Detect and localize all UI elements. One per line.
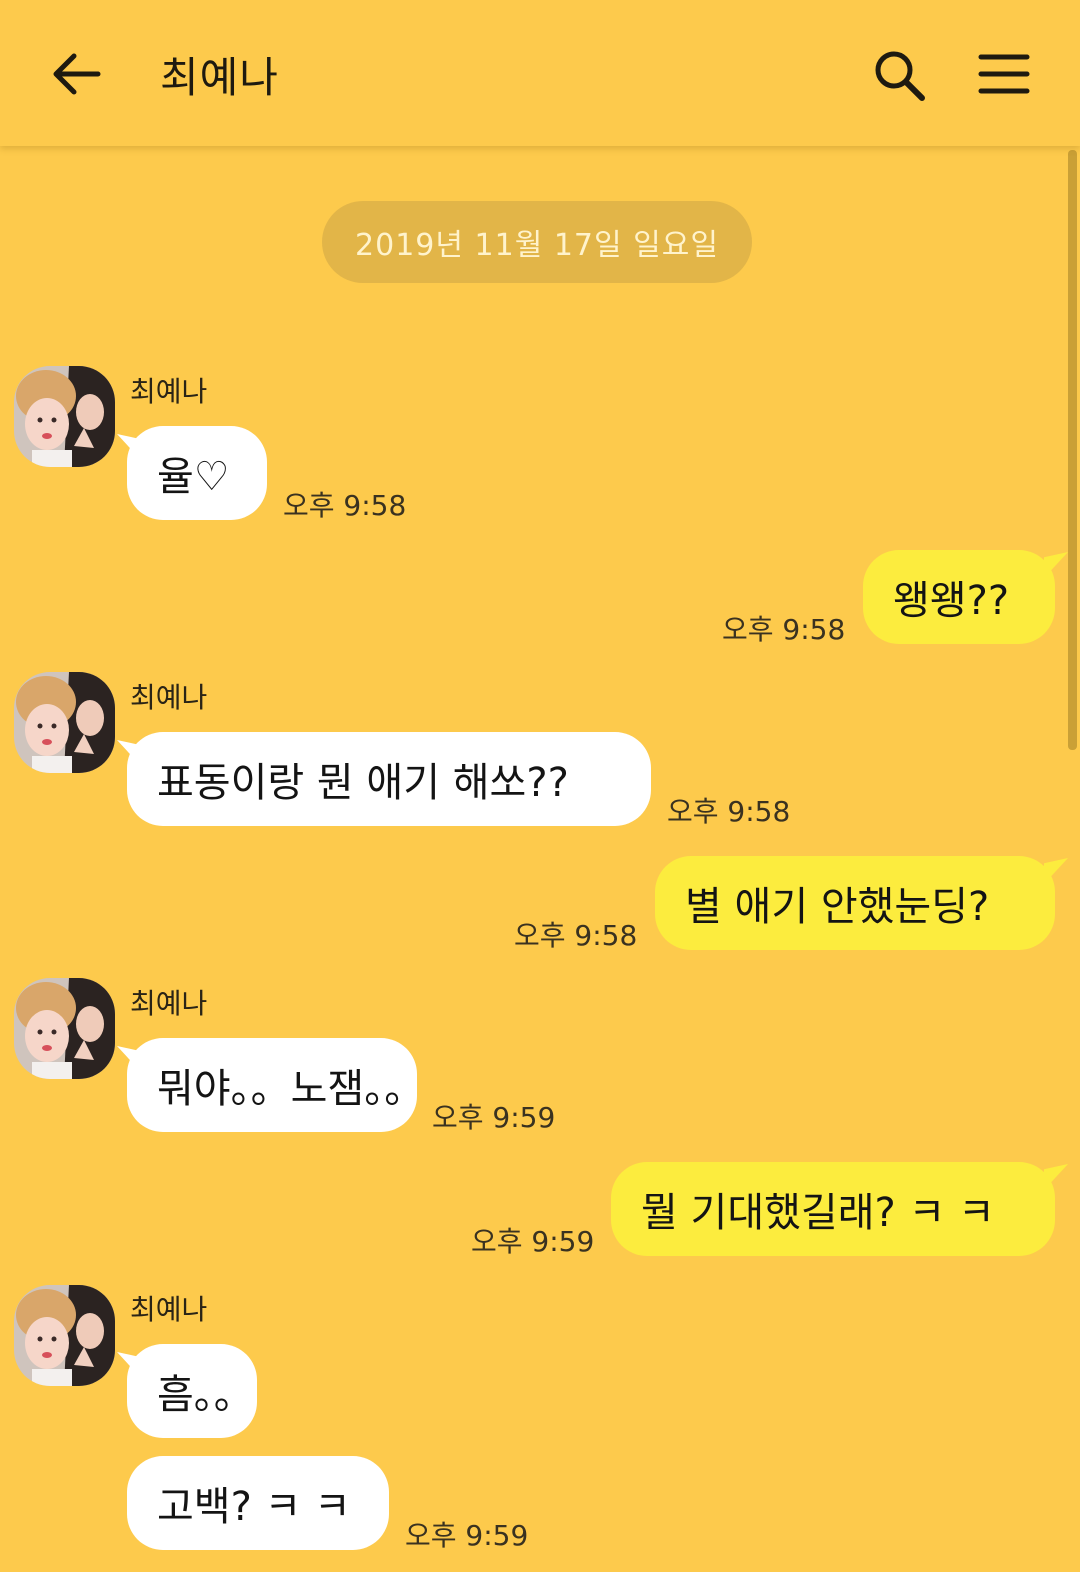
avatar[interactable] — [14, 1285, 115, 1386]
message-bubble-incoming[interactable]: 흠。。 — [127, 1344, 257, 1438]
chat-header: 최예나 — [0, 0, 1080, 146]
message-time: 오후 9:59 — [432, 1101, 556, 1134]
back-arrow-icon[interactable] — [50, 50, 102, 98]
chat-screen: 최예나 2019년 11월 17일 일요일 최예나 율♡ 오후 9:58 오후 … — [0, 0, 1080, 1572]
message-bubble-incoming[interactable]: 고백? ㅋ ㅋ — [127, 1456, 389, 1550]
message-bubble-outgoing[interactable]: 뭘 기대했길래? ㅋ ㅋ — [611, 1162, 1055, 1256]
bubble-tail — [1044, 1164, 1068, 1190]
sender-name: 최예나 — [130, 681, 208, 714]
scrollbar[interactable] — [1068, 150, 1077, 750]
sender-name: 최예나 — [130, 1293, 208, 1326]
message-time: 오후 9:58 — [283, 489, 407, 522]
message-bubble-outgoing[interactable]: 왱왱?? — [863, 550, 1055, 644]
avatar[interactable] — [14, 366, 115, 467]
sender-name: 최예나 — [130, 987, 208, 1020]
message-bubble-incoming[interactable]: 율♡ — [127, 426, 267, 520]
bubble-tail — [1044, 858, 1068, 884]
sender-name: 최예나 — [130, 375, 208, 408]
message-bubble-outgoing[interactable]: 별 애기 안했눈딩? — [655, 856, 1055, 950]
search-icon[interactable] — [872, 48, 926, 102]
bubble-tail — [1044, 552, 1068, 578]
avatar[interactable] — [14, 672, 115, 773]
message-time: 오후 9:59 — [471, 1225, 595, 1258]
message-bubble-incoming[interactable]: 표동이랑 뭔 애기 해쏘?? — [127, 732, 651, 826]
chat-title: 최예나 — [160, 53, 279, 102]
message-time: 오후 9:59 — [405, 1519, 529, 1552]
message-bubble-incoming[interactable]: 뭐야。。노잼。。 — [127, 1038, 424, 1132]
date-divider: 2019년 11월 17일 일요일 — [322, 201, 752, 283]
message-time: 오후 9:58 — [667, 795, 791, 828]
message-time: 오후 9:58 — [722, 613, 846, 646]
message-time: 오후 9:58 — [514, 919, 638, 952]
avatar[interactable] — [14, 978, 115, 1079]
menu-icon[interactable] — [978, 52, 1030, 96]
